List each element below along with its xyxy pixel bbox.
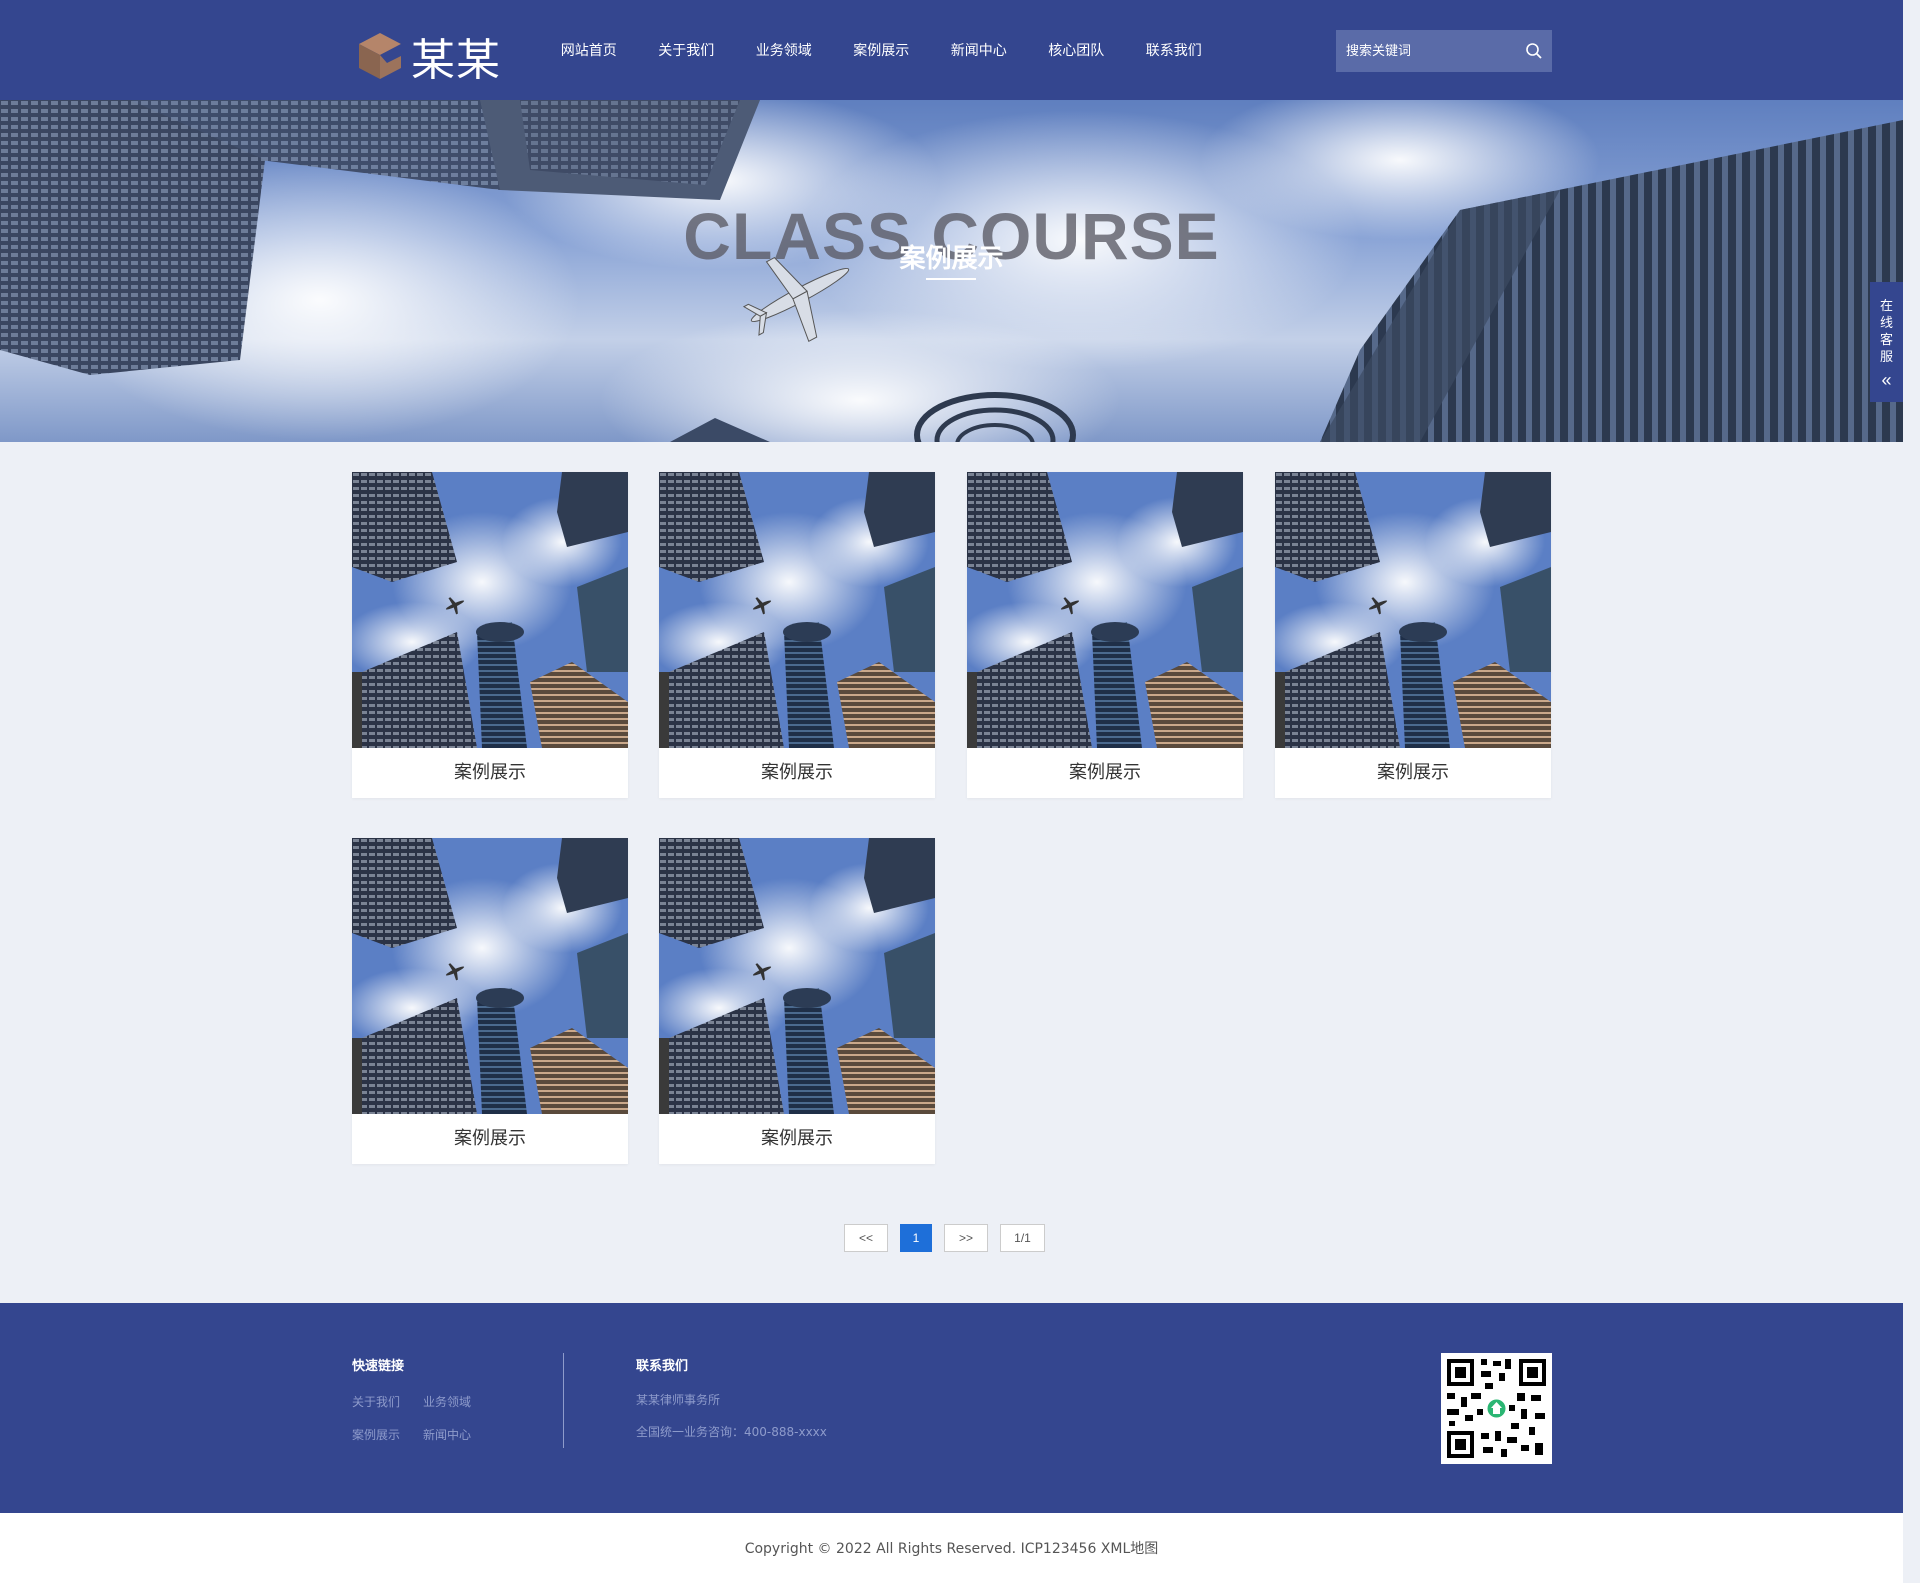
search-icon [1526, 43, 1542, 59]
case-thumbnail-image [967, 472, 1243, 748]
footer-divider [563, 1353, 564, 1448]
cube-logo-icon [359, 33, 401, 79]
online-service-char: 客 [1879, 333, 1893, 348]
case-card[interactable]: 案例展示 [352, 472, 628, 798]
banner-title-cn: 案例展示 [899, 244, 1004, 274]
case-card[interactable]: 案例展示 [967, 472, 1243, 798]
case-card[interactable]: 案例展示 [659, 472, 935, 798]
case-card[interactable]: 案例展示 [352, 838, 628, 1164]
double-chevron-left-icon: « [1881, 370, 1892, 390]
nav-home[interactable]: 网站首页 [540, 40, 638, 60]
search-button[interactable] [1516, 30, 1552, 72]
online-service-char: 在 [1879, 299, 1893, 314]
case-title: 案例展示 [454, 762, 526, 783]
banner-underline [926, 278, 976, 280]
footer-link-business[interactable]: 业务领域 [423, 1393, 471, 1410]
footer-link-news[interactable]: 新闻中心 [423, 1426, 471, 1443]
quick-links-heading: 快速链接 [352, 1359, 405, 1374]
case-thumbnail-image [352, 838, 628, 1114]
case-title: 案例展示 [1069, 762, 1141, 783]
nav-business[interactable]: 业务领域 [735, 40, 833, 60]
site-footer: 快速链接 关于我们 业务领域 案例展示 新闻中心 联系我们 某某律师事务所 全国… [0, 1303, 1903, 1513]
pagination-page-1[interactable]: 1 [900, 1224, 932, 1252]
case-thumbnail-image [352, 472, 628, 748]
case-title: 案例展示 [761, 1128, 833, 1149]
copyright-bar: Copyright © 2022 All Rights Reserved. IC… [0, 1513, 1903, 1583]
pagination-prev-button[interactable]: << [844, 1224, 888, 1252]
firm-name: 某某律师事务所 [636, 1393, 721, 1407]
online-service-char: 服 [1879, 350, 1893, 365]
hotline-text: 全国统一业务咨询：400-888-xxxx [636, 1425, 827, 1439]
site-header: 某某 网站首页 关于我们 业务领域 案例展示 新闻中心 核心团队 联系我们 [0, 0, 1903, 100]
nav-contact[interactable]: 联系我们 [1125, 40, 1223, 60]
case-card[interactable]: 案例展示 [1275, 472, 1551, 798]
online-service-tab[interactable]: 在 线 客 服 « [1870, 282, 1903, 402]
nav-team[interactable]: 核心团队 [1028, 40, 1126, 60]
main-nav: 网站首页 关于我们 业务领域 案例展示 新闻中心 核心团队 联系我们 [540, 0, 1223, 100]
nav-about[interactable]: 关于我们 [638, 40, 736, 60]
case-thumbnail-image [659, 472, 935, 748]
case-thumbnail-image [659, 838, 935, 1114]
case-title: 案例展示 [1377, 762, 1449, 783]
nav-news[interactable]: 新闻中心 [930, 40, 1028, 60]
logo-text: 某某 [411, 35, 501, 86]
site-logo[interactable]: 某某 [357, 24, 501, 88]
page-banner: CLASS COURSE 案例展示 [0, 100, 1903, 442]
qr-code-image [1441, 1353, 1552, 1464]
footer-link-about[interactable]: 关于我们 [352, 1393, 400, 1410]
pagination: << 1 >> 1/1 [844, 1224, 1057, 1252]
copyright-text: Copyright © 2022 All Rights Reserved. IC… [744, 1541, 1159, 1557]
pagination-next-button[interactable]: >> [944, 1224, 988, 1252]
search-input[interactable] [1336, 30, 1516, 72]
case-thumbnail-image [1275, 472, 1551, 748]
footer-link-cases[interactable]: 案例展示 [352, 1426, 400, 1443]
case-title: 案例展示 [761, 762, 833, 783]
case-card[interactable]: 案例展示 [659, 838, 935, 1164]
search-box [1336, 30, 1552, 72]
pagination-summary: 1/1 [1000, 1224, 1045, 1252]
online-service-char: 线 [1879, 316, 1893, 331]
case-title: 案例展示 [454, 1128, 526, 1149]
nav-cases[interactable]: 案例展示 [833, 40, 931, 60]
contact-heading: 联系我们 [636, 1359, 689, 1374]
